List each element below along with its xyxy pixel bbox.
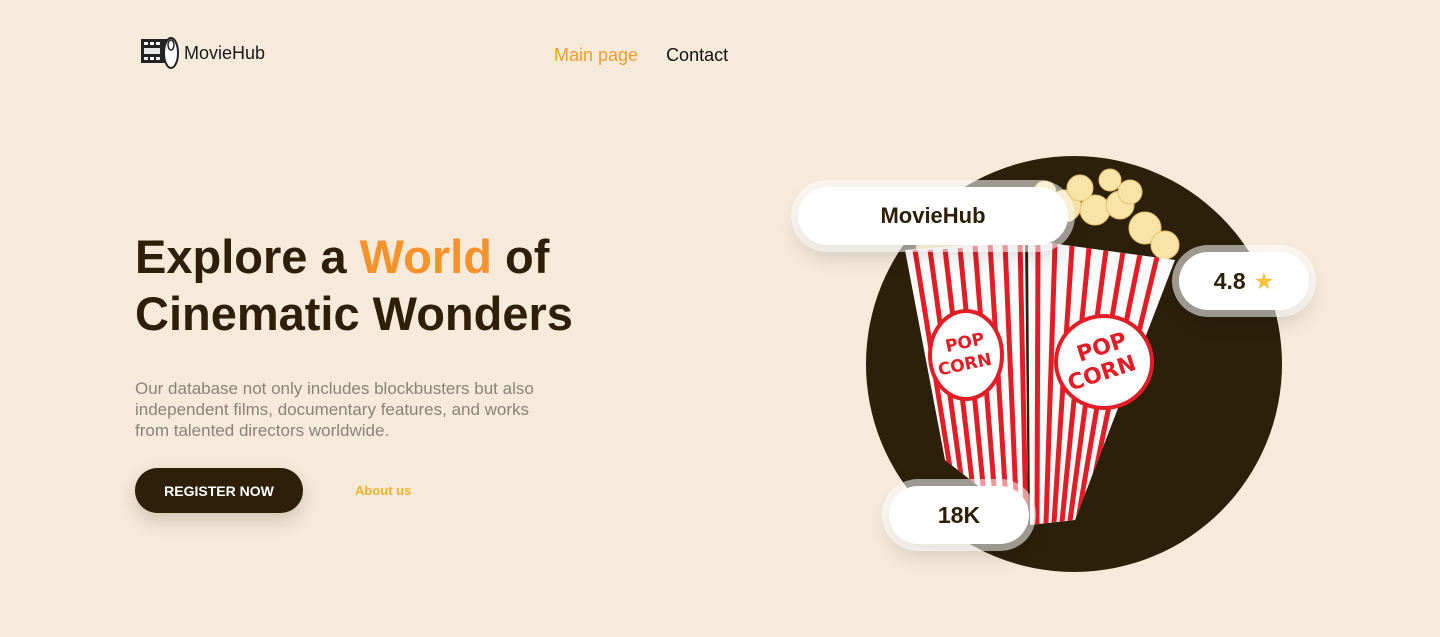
title-suffix: of [505, 230, 550, 283]
hero-visual: POP CORN POP CORN MovieHub 4.8 ★ 18K [780, 150, 1340, 580]
rating-value: 4.8 [1213, 267, 1246, 294]
hero-description: Our database not only includes blockbust… [135, 379, 534, 440]
nav-contact[interactable]: Contact [666, 45, 728, 66]
register-button[interactable]: REGISTER NOW [135, 468, 303, 513]
title-highlight: World [359, 230, 492, 283]
nav-main-page[interactable]: Main page [554, 45, 638, 66]
brand-name: MovieHub [184, 42, 266, 63]
title-line2: Cinematic Wonders [135, 287, 573, 340]
count-value: 18K [937, 501, 981, 528]
main-nav: Main page Contact [554, 45, 728, 66]
rating-badge: 4.8 ★ [1179, 252, 1309, 310]
brand-badge-label: MovieHub [880, 203, 986, 228]
about-us-link[interactable]: About us [355, 483, 411, 498]
title-prefix: Explore a [135, 230, 347, 283]
brand-badge: MovieHub [798, 187, 1068, 245]
count-badge: 18K [889, 486, 1029, 544]
logo[interactable]: MovieHub [140, 36, 265, 70]
film-reel-icon [141, 37, 179, 69]
hero-title: Explore a World of Cinematic Wonders [135, 228, 573, 342]
star-icon: ★ [1253, 267, 1275, 294]
